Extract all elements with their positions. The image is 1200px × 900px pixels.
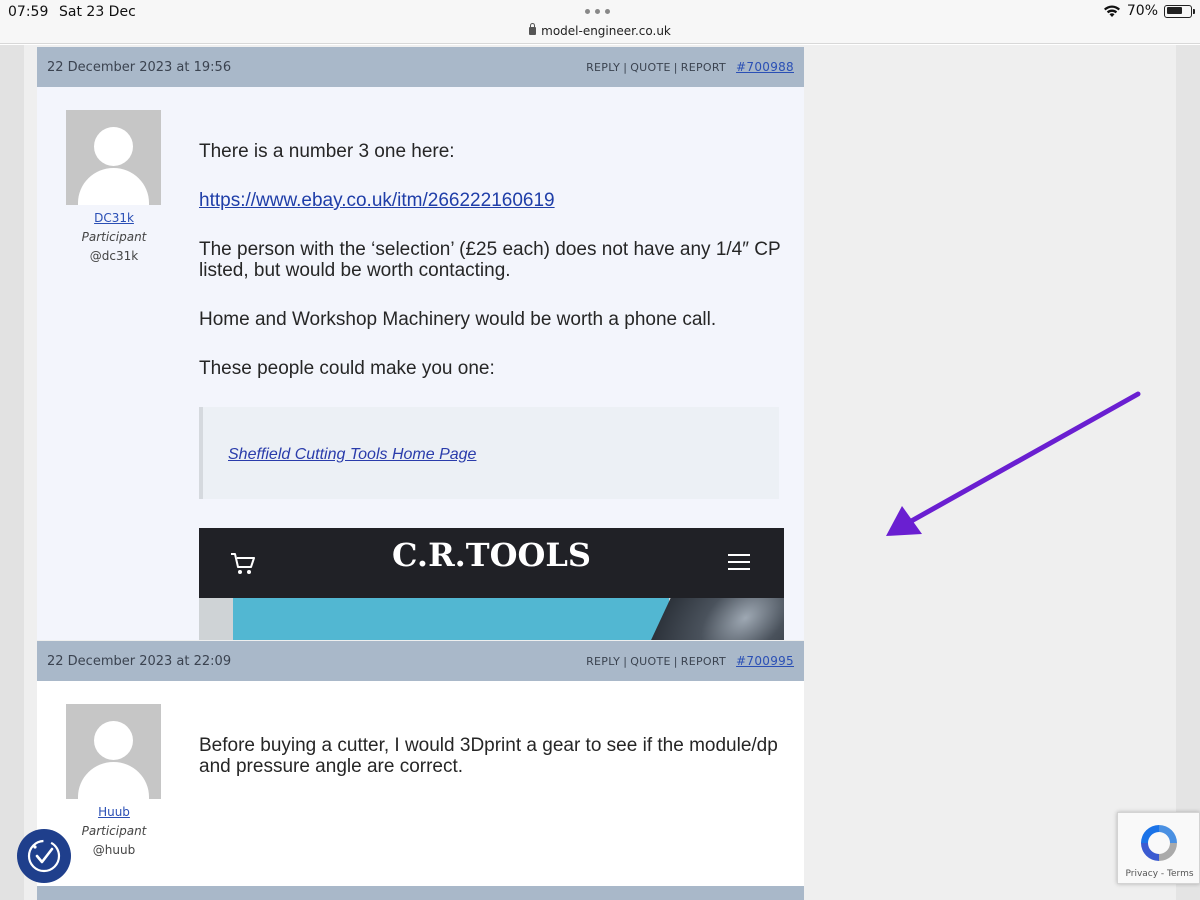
embed-banner-image[interactable]: C.R.TOOLS <box>199 528 784 640</box>
avatar[interactable] <box>66 110 161 205</box>
post-date: 22 December 2023 at 19:56 <box>47 59 232 75</box>
forum-post: 22 December 2023 at 19:56 REPLY | QUOTE | RE… <box>37 47 804 640</box>
left-gutter <box>0 45 24 900</box>
post-header: 22 December 2023 at 22:09 REPLY | QUOTE | RE… <box>37 641 804 681</box>
reply-button[interactable]: REPLY <box>586 655 620 668</box>
accessibility-icon[interactable] <box>17 829 71 883</box>
link-embed: Sheffield Cutting Tools Home Page <box>199 407 779 499</box>
multitasking-dots-icon[interactable] <box>585 9 610 14</box>
post-date: 22 December 2023 at 22:09 <box>47 653 232 669</box>
post-paragraph: Before buying a cutter, I would 3Dprint … <box>199 735 778 777</box>
menu-icon <box>728 554 750 570</box>
author-name-link[interactable]: Huub <box>66 805 162 819</box>
next-post-header <box>37 886 804 900</box>
ebay-link[interactable]: https://www.ebay.co.uk/itm/266222160619 <box>199 190 555 211</box>
status-time: 07:59 <box>8 4 49 20</box>
url-text: model-engineer.co.uk <box>541 24 671 38</box>
post-actions: REPLY | QUOTE | REPORT #700988 <box>586 60 794 74</box>
recaptcha-icon <box>1141 825 1177 861</box>
right-gutter <box>1176 45 1200 900</box>
report-button[interactable]: REPORT <box>681 61 726 74</box>
post-body: DC31k Participant @dc31k There is a numb… <box>37 87 804 640</box>
wifi-icon <box>1103 5 1120 17</box>
post-paragraph: There is a number 3 one here: <box>199 141 455 162</box>
report-button[interactable]: REPORT <box>681 655 726 668</box>
author-role: Participant <box>81 824 147 838</box>
post-body: Huub Participant @huub Before buying a c… <box>37 681 804 886</box>
post-actions: REPLY | QUOTE | REPORT #700995 <box>586 654 794 668</box>
status-date: Sat 23 Dec <box>59 4 136 20</box>
author-handle: @huub <box>92 843 136 857</box>
recaptcha-badge[interactable]: Privacy - Terms <box>1117 812 1200 884</box>
recaptcha-terms[interactable]: Privacy - Terms <box>1118 869 1200 879</box>
author-handle: @dc31k <box>89 249 139 263</box>
post-permalink[interactable]: #700995 <box>736 654 794 668</box>
author-name-link[interactable]: DC31k <box>66 211 162 225</box>
embed-link[interactable]: Sheffield Cutting Tools Home Page <box>228 444 476 465</box>
reply-button[interactable]: REPLY <box>586 61 620 74</box>
cr-tools-logo: C.R.TOOLS <box>392 536 591 574</box>
post-author: Huub Participant @huub <box>66 704 162 857</box>
arrow-annotation <box>886 391 1141 536</box>
battery-percent: 70% <box>1126 3 1158 19</box>
quote-button[interactable]: QUOTE <box>630 655 671 668</box>
post-paragraph: Home and Workshop Machinery would be wor… <box>199 309 717 330</box>
post-paragraph: The person with the ‘selection’ (£25 eac… <box>199 239 781 281</box>
lock-icon <box>529 23 537 35</box>
quote-button[interactable]: QUOTE <box>630 61 671 74</box>
post-author: DC31k Participant @dc31k <box>66 110 162 263</box>
post-permalink[interactable]: #700988 <box>736 60 794 74</box>
post-paragraph: These people could make you one: <box>199 358 495 379</box>
address-bar[interactable]: model-engineer.co.uk <box>0 23 1200 38</box>
status-bar: 07:59 Sat 23 Dec model-engineer.co.uk 70… <box>0 0 1200 44</box>
post-content: There is a number 3 one here: https://ww… <box>199 141 789 640</box>
banner-photo <box>199 598 784 640</box>
avatar[interactable] <box>66 704 161 799</box>
post-content: Before buying a cutter, I would 3Dprint … <box>199 735 789 805</box>
forum-post: 22 December 2023 at 22:09 REPLY | QUOTE | RE… <box>37 641 804 886</box>
post-header: 22 December 2023 at 19:56 REPLY | QUOTE | RE… <box>37 47 804 87</box>
battery-icon <box>1164 4 1195 18</box>
author-role: Participant <box>81 230 147 244</box>
